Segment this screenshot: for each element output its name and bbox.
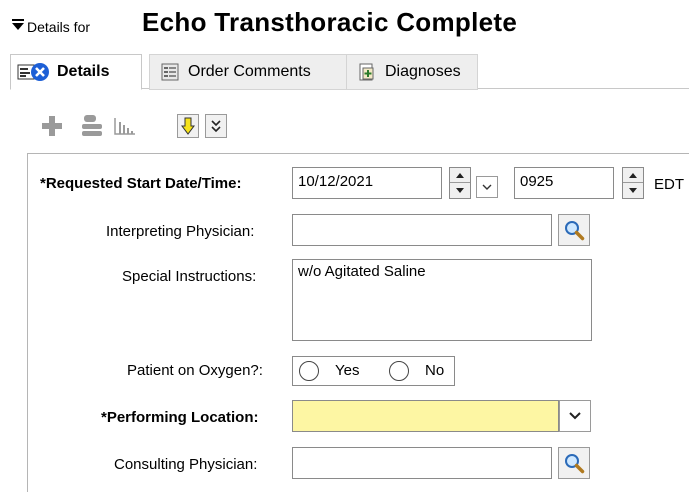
special-instructions-label: Special Instructions:	[122, 268, 257, 285]
tab-details[interactable]: Details	[10, 54, 142, 90]
tab-order-comments[interactable]: Order Comments	[149, 54, 347, 90]
search-icon	[565, 454, 585, 474]
tab-order-comments-label: Order Comments	[188, 63, 311, 80]
chevron-down-icon	[482, 184, 492, 190]
date-spin-down[interactable]	[450, 183, 470, 198]
tab-diagnoses[interactable]: Diagnoses	[346, 54, 478, 90]
date-spin-up[interactable]	[450, 168, 470, 183]
patient-oxygen-label: Patient on Oxygen?:	[127, 362, 263, 379]
tab-bar: Details Order Comments Diagnoses	[10, 54, 689, 90]
spin-down-icon	[629, 188, 637, 193]
consulting-physician-field[interactable]	[292, 447, 552, 479]
details-header: Details for Echo Transthoracic Complete	[0, 0, 689, 46]
move-down-button[interactable]	[177, 114, 199, 138]
time-spin-down[interactable]	[623, 183, 643, 198]
interpreting-physician-label: Interpreting Physician:	[106, 223, 255, 240]
down-arrow-icon	[181, 117, 195, 135]
page-title: Echo Transthoracic Complete	[142, 7, 518, 37]
oxygen-no-radio[interactable]	[389, 361, 409, 381]
oxygen-radio-group: Yes No	[292, 356, 455, 386]
date-spinner[interactable]	[449, 167, 471, 199]
spin-down-icon	[456, 188, 464, 193]
timezone-label: EDT	[654, 176, 684, 193]
collapse-arrow-icon[interactable]	[11, 18, 25, 32]
comments-icon	[161, 63, 179, 81]
search-icon	[565, 221, 585, 241]
expand-all-button[interactable]	[205, 114, 227, 138]
consulting-search-button[interactable]	[558, 447, 590, 479]
details-error-icon	[17, 63, 49, 81]
interpreting-search-button[interactable]	[558, 214, 590, 246]
performing-location-dropdown-button[interactable]	[559, 400, 591, 432]
oxygen-yes-label: Yes	[335, 362, 360, 379]
date-picker-button[interactable]	[476, 176, 498, 198]
performing-location-label: *Performing Location:	[101, 409, 259, 426]
chevron-down-icon	[569, 412, 581, 420]
spin-up-icon	[629, 172, 637, 178]
spin-up-icon	[456, 172, 464, 178]
diagnoses-icon	[359, 63, 374, 81]
special-instructions-field[interactable]: w/o Agitated Saline	[292, 259, 592, 341]
time-spin-up[interactable]	[623, 168, 643, 183]
interpreting-physician-field[interactable]	[292, 214, 552, 246]
consulting-physician-label: Consulting Physician:	[114, 456, 258, 473]
add-icon[interactable]	[40, 114, 64, 138]
oxygen-no-label: No	[425, 362, 445, 379]
start-date-field[interactable]: 10/12/2021	[292, 167, 442, 199]
start-time-field[interactable]: 0925	[514, 167, 614, 199]
chart-icon[interactable]	[113, 116, 137, 136]
remove-icon[interactable]	[80, 113, 104, 139]
tab-details-label: Details	[57, 63, 110, 80]
start-date-label: *Requested Start Date/Time:	[40, 175, 242, 192]
oxygen-yes-radio[interactable]	[299, 361, 319, 381]
time-spinner[interactable]	[622, 167, 644, 199]
double-chevron-icon	[211, 120, 221, 133]
performing-location-select[interactable]	[292, 400, 559, 432]
tab-diagnoses-label: Diagnoses	[385, 63, 461, 80]
title-prefix: Details for	[27, 19, 91, 35]
